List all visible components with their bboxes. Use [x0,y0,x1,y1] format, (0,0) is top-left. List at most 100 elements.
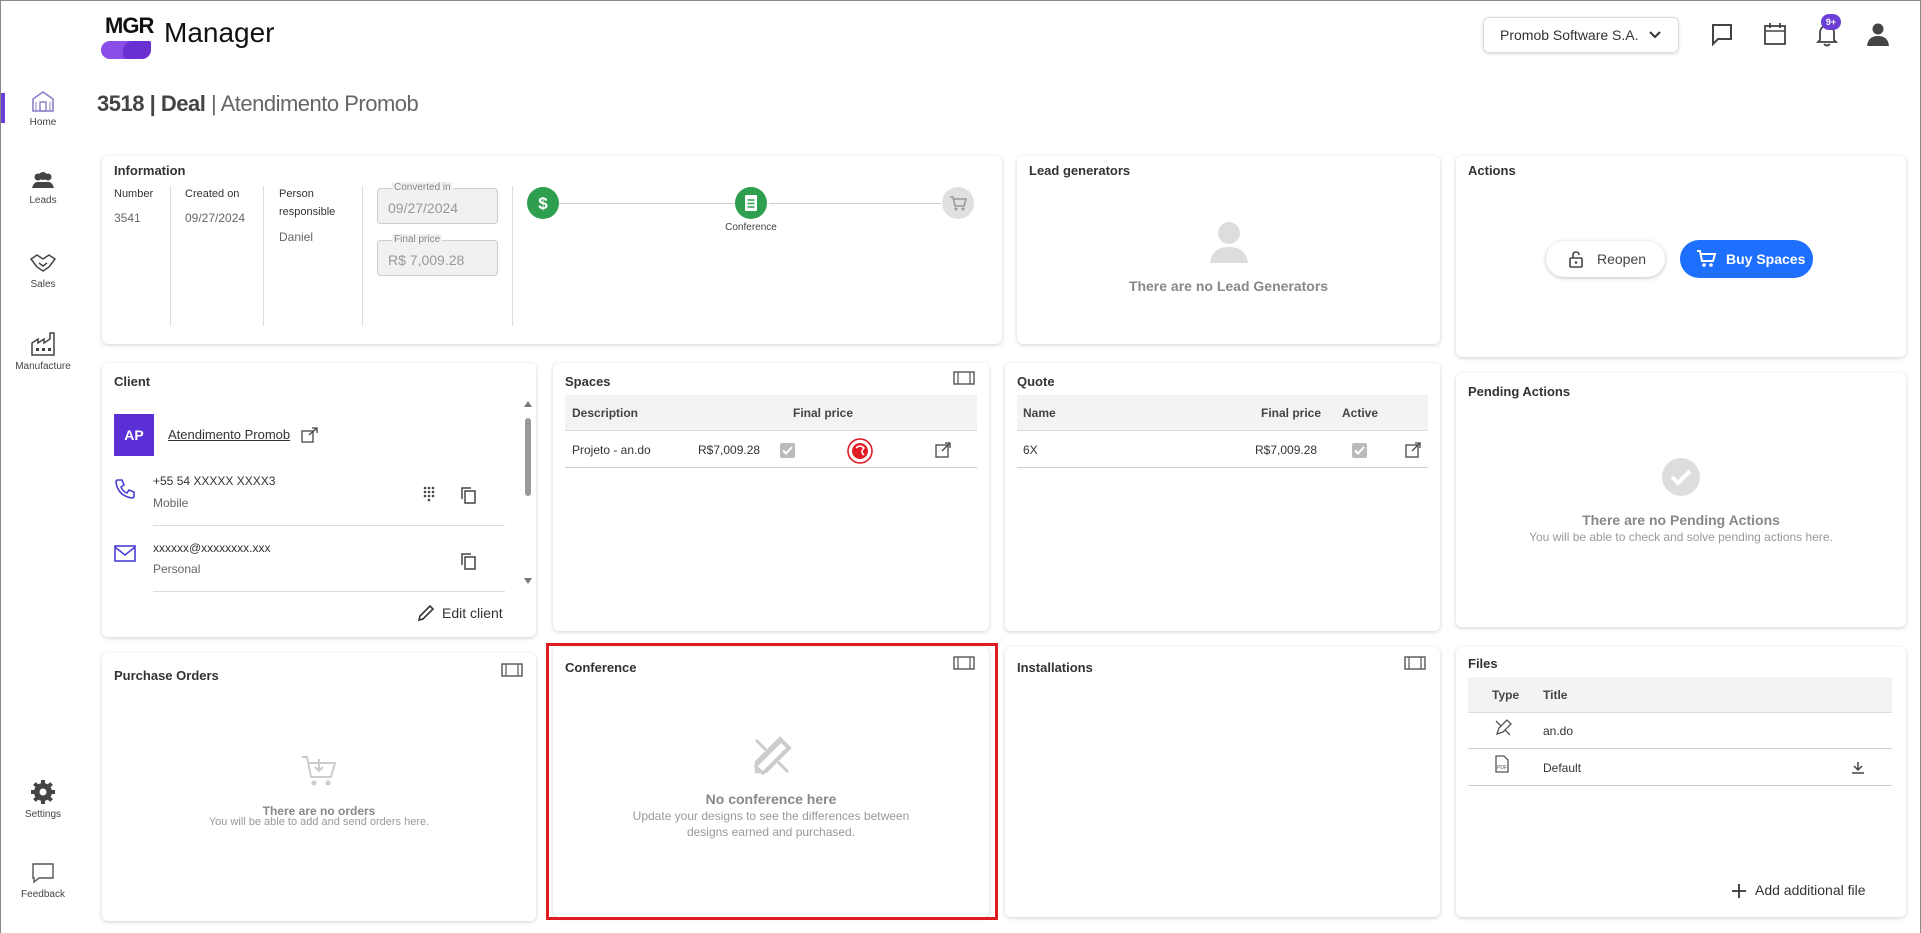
scroll-down-icon[interactable] [524,577,532,585]
pending-actions-sub: You will be able to check and solve pend… [1529,530,1833,544]
pending-actions-empty: There are no Pending Actions [1582,512,1780,528]
external-link-icon[interactable] [935,442,951,458]
scrollbar-thumb[interactable] [525,418,531,496]
sidebar-item-label: Settings [24,809,62,820]
header-final-price: Final price [1261,406,1322,420]
scroll-up-icon[interactable] [524,400,532,408]
stepper-line [769,203,941,204]
buy-spaces-button[interactable]: Buy Spaces [1680,240,1813,278]
download-icon[interactable] [1851,761,1865,775]
sidebar-item-manufacture[interactable]: Manufacture [1,331,85,372]
promob-logo-icon[interactable] [847,438,873,464]
divider [362,186,363,326]
space-checkbox[interactable] [780,443,795,458]
add-file-label: Add additional file [1755,882,1866,898]
header-description: Description [572,406,639,420]
deal-id: 3518 [97,91,144,116]
company-select[interactable]: Promob Software S.A. [1483,17,1679,53]
lead-generators-empty: There are no Lead Generators [1128,278,1329,294]
reopen-label: Reopen [1597,251,1647,267]
header-title: Title [1543,688,1568,702]
lead-generators-title: Lead generators [1029,163,1131,178]
external-link-icon[interactable] [301,427,319,443]
sidebar-item-settings[interactable]: Settings [1,779,85,820]
sidebar-item-label: Manufacture [15,361,71,372]
chat-icon[interactable] [1709,21,1735,47]
divider [512,186,513,326]
sidebar-item-leads[interactable]: Leads [1,171,85,206]
home-icon [32,91,54,112]
table-row[interactable]: PDF Default [1468,750,1892,786]
files-title: Files [1468,656,1498,671]
sidebar-item-label: Home [29,117,57,128]
svg-text:$: $ [538,194,548,213]
calendar-icon[interactable] [1762,21,1788,47]
divider [153,525,505,526]
pencil-icon [417,604,435,622]
check-icon [782,446,793,455]
app-frame: Home Leads Sales Manufacture Settings Fe… [0,0,1921,933]
converted-value: 09/27/2024 [388,200,459,216]
person-placeholder-icon [1210,222,1248,263]
responsible-label: responsible [279,206,336,218]
cart-placeholder-icon [302,756,337,786]
created-value: 09/27/2024 [185,211,246,225]
title-separator: | [210,91,217,116]
client-phone: +55 54 XXXXX XXXX3 [153,474,276,488]
app-name: Manager [164,17,275,48]
design-file-icon [1495,719,1512,736]
converted-label: Converted in [392,182,453,193]
file-title: Default [1543,761,1582,775]
expand-panel-icon[interactable] [1404,655,1426,671]
sidebar-item-home[interactable]: Home [1,89,85,128]
pdf-file-icon: PDF [1495,755,1509,773]
unlock-icon [1569,251,1583,268]
notification-badge: 9+ [1821,14,1841,30]
quote-table-header: Name Final price Active [1017,395,1428,431]
sidebar-item-sales[interactable]: Sales [1,251,85,290]
edit-client-label: Edit client [442,605,503,621]
dialpad-icon[interactable] [421,486,437,502]
table-row[interactable]: an.do [1468,713,1892,749]
divider [263,186,264,326]
factory-icon [31,332,55,356]
expand-panel-icon[interactable] [501,662,523,678]
chevron-down-icon [1649,31,1661,39]
responsible-label: Person [279,188,314,200]
quote-name: 6X [1023,443,1038,457]
stepper-line [559,203,735,204]
files-table-header: Type Title [1468,677,1892,713]
external-link-icon[interactable] [1405,442,1421,458]
reopen-button[interactable]: Reopen [1546,241,1665,277]
expand-panel-icon[interactable] [953,370,975,386]
actions-title: Actions [1468,163,1516,178]
client-scrollbar[interactable] [524,400,532,590]
page-title: 3518 | Deal | Atendimento Promob [97,91,419,117]
quote-active-checkbox[interactable] [1352,443,1367,458]
phone-icon [115,479,135,499]
table-row[interactable]: 6X R$7,009.28 [1017,432,1428,468]
spaces-title: Spaces [565,374,611,389]
header-active: Active [1342,406,1379,420]
created-label: Created on [185,188,240,200]
header-type: Type [1492,688,1520,702]
feedback-icon [32,863,54,884]
table-row[interactable]: Projeto - an.do R$7,009.28 [565,432,977,468]
conference-highlight-box [546,643,998,920]
header-name: Name [1023,406,1056,420]
final-price-field: Final price R$ 7,009.28 [377,234,498,276]
installations-card [1005,647,1440,917]
client-avatar: AP [114,414,154,456]
client-email-type: Personal [153,562,201,576]
client-name-link[interactable]: Atendimento Promob [168,427,290,442]
stepper-label: Conference [725,222,777,233]
information-title: Information [114,163,186,178]
divider [170,186,171,326]
sidebar-item-feedback[interactable]: Feedback [1,861,85,900]
user-icon[interactable] [1865,21,1891,47]
space-price: R$7,009.28 [698,443,761,457]
copy-icon[interactable] [460,486,476,504]
copy-icon[interactable] [460,552,476,570]
app-logo: MGR [101,13,154,59]
gear-icon [31,780,55,804]
